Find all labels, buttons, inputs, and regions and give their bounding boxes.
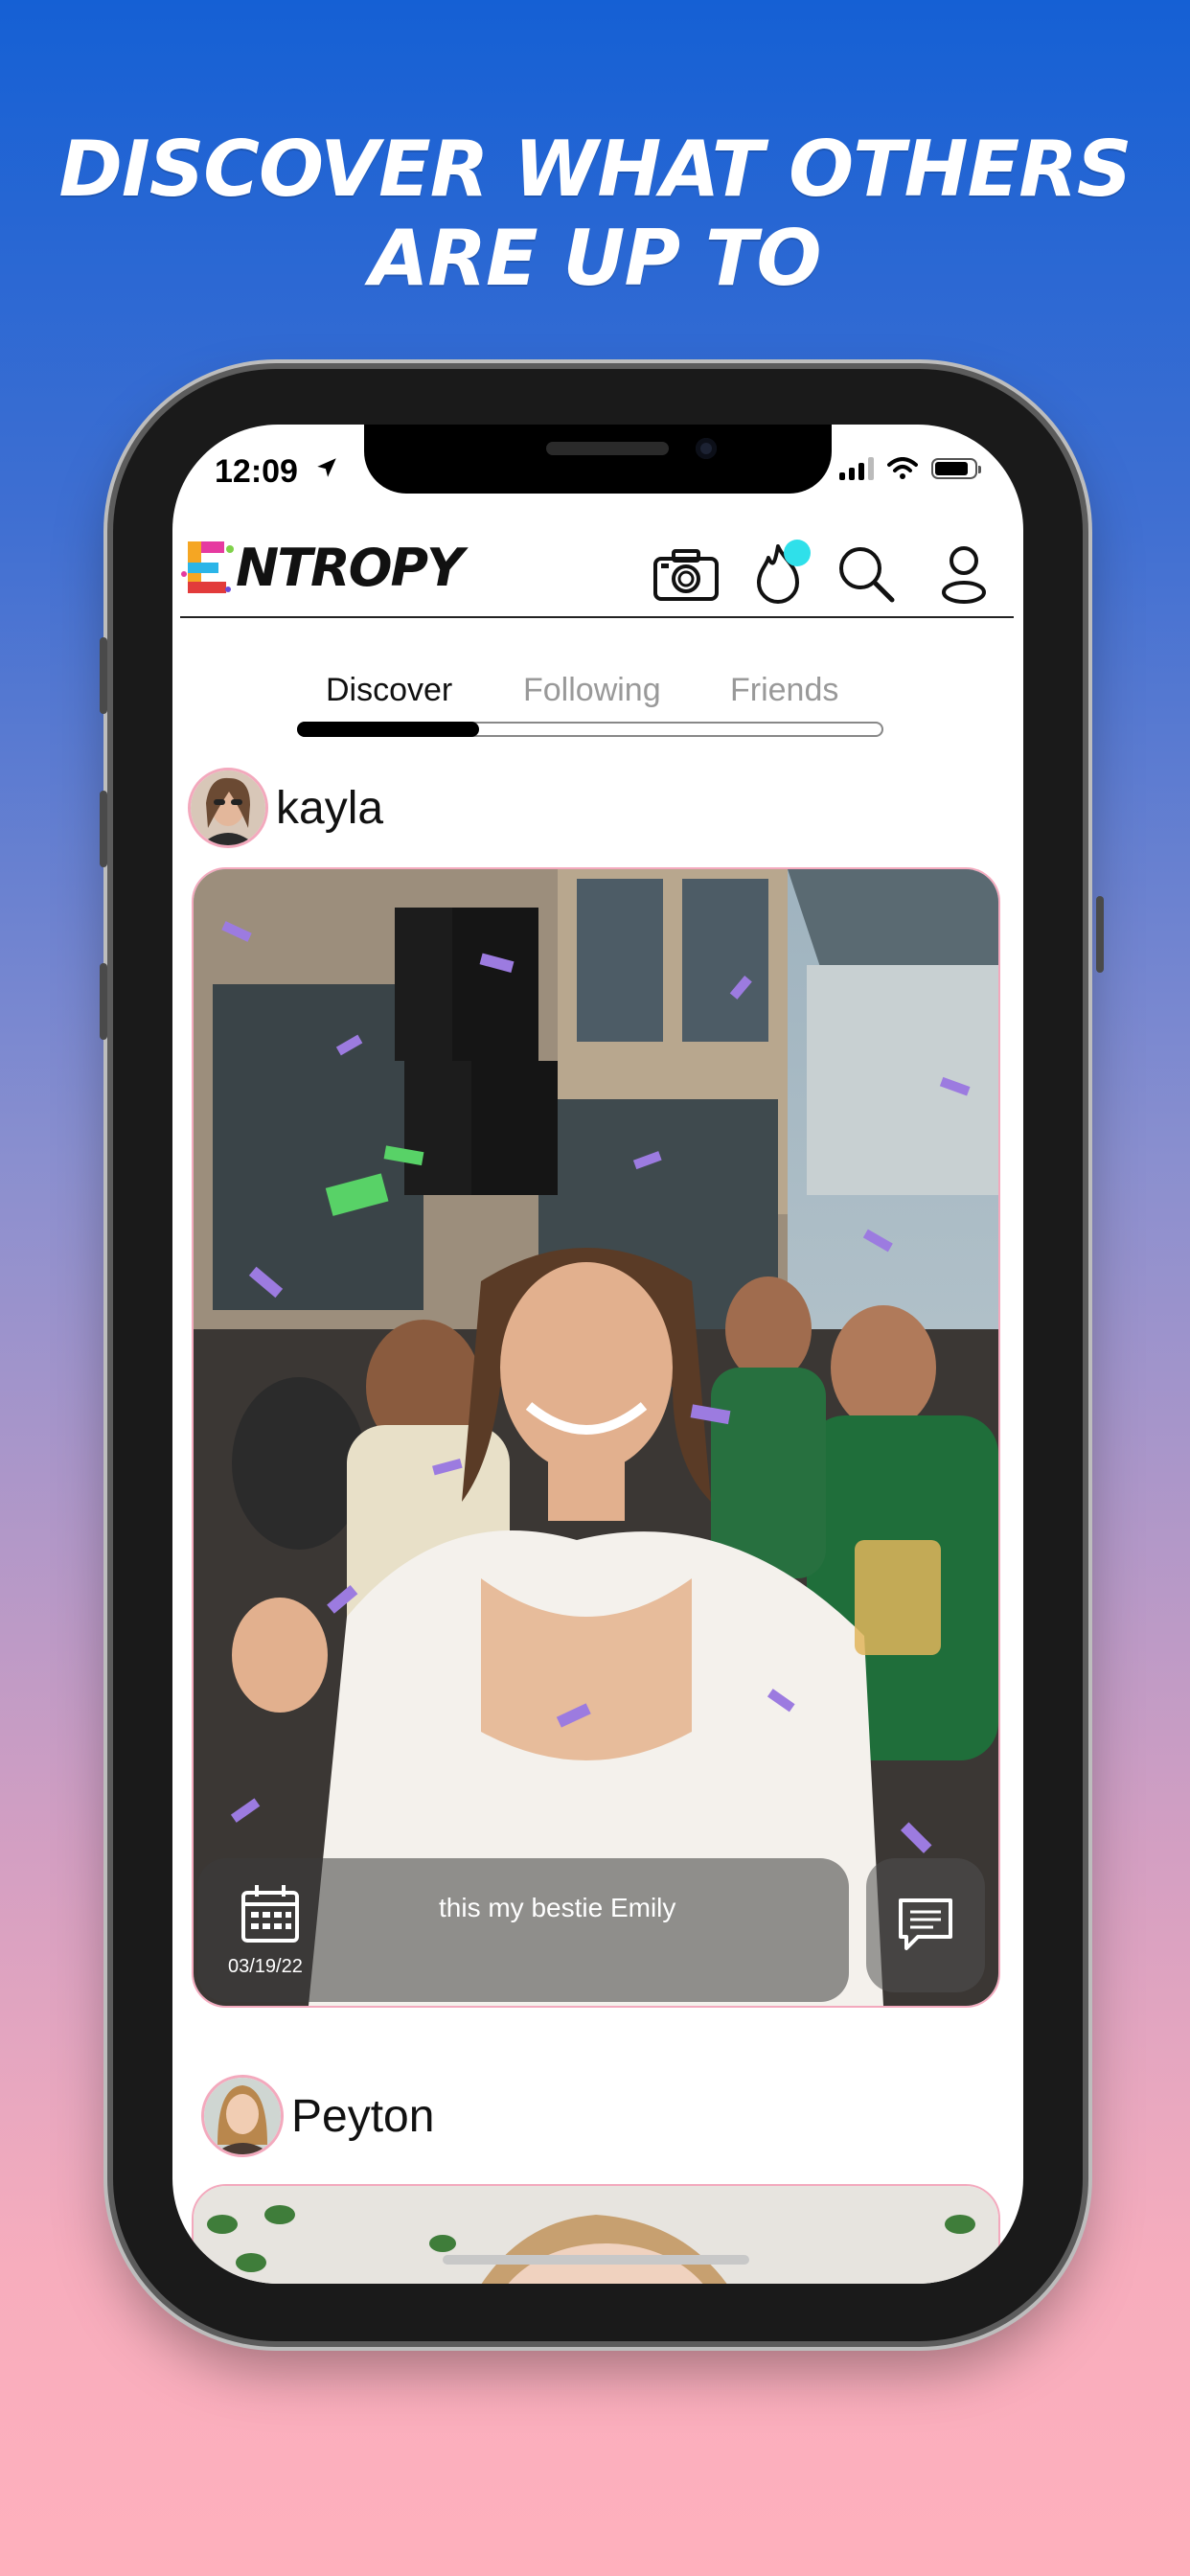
home-indicator[interactable] [443, 2255, 749, 2265]
status-indicators [839, 457, 981, 480]
caption-overlay: 03/19/22 this my bestie Emily [197, 1858, 849, 2002]
post-caption: this my bestie Emily [439, 1893, 676, 1922]
post-photo[interactable] [192, 2184, 1000, 2284]
logo-e-icon [181, 541, 234, 593]
phone-frame: 12:09 NTROPY Discover Following Friends … [100, 369, 1083, 2341]
search-icon [839, 547, 895, 603]
signal-icon [839, 457, 874, 480]
avatar-photo [204, 2078, 281, 2154]
avatar-photo [191, 770, 265, 845]
headline: DISCOVER WHAT OTHERS ARE UP TO [58, 125, 1133, 303]
avatar[interactable] [188, 768, 268, 848]
tab-indicator [297, 722, 479, 737]
logo-text: NTROPY [236, 537, 464, 598]
status-time: 12:09 [215, 453, 298, 490]
post-photo[interactable]: 03/19/22 this my bestie Emily [192, 867, 1000, 2008]
comment-icon [899, 1898, 952, 1950]
app-logo[interactable]: NTROPY [180, 536, 464, 599]
location-arrow-icon [317, 458, 336, 477]
profile-icon [942, 546, 986, 604]
post-header[interactable]: Peyton [201, 2075, 434, 2157]
feed-tabs: Discover Following Friends [297, 672, 910, 739]
post-image [194, 2186, 998, 2284]
speaker [546, 442, 669, 455]
username[interactable]: Peyton [291, 2090, 434, 2143]
trending-button[interactable] [744, 540, 812, 609]
notch [364, 425, 832, 494]
username[interactable]: kayla [276, 782, 383, 835]
post-image [194, 869, 998, 2006]
app-screen: 12:09 NTROPY Discover Following Friends … [172, 425, 1023, 2284]
avatar[interactable] [201, 2075, 284, 2157]
tab-following[interactable]: Following [523, 672, 661, 709]
tab-friends[interactable]: Friends [730, 672, 838, 709]
camera-icon [653, 549, 719, 601]
post-header[interactable]: kayla [188, 768, 383, 848]
camera-button[interactable] [652, 540, 721, 609]
front-camera [696, 438, 717, 459]
search-button[interactable] [832, 540, 901, 609]
notification-dot [784, 540, 811, 566]
profile-button[interactable] [929, 540, 998, 609]
tab-discover[interactable]: Discover [326, 672, 452, 709]
wifi-icon [887, 457, 918, 479]
app-header: NTROPY [180, 528, 1014, 618]
comment-button[interactable] [866, 1858, 985, 1992]
battery-icon [931, 458, 981, 479]
post-date: 03/19/22 [228, 1956, 303, 1977]
calendar-icon [241, 1885, 299, 1943]
